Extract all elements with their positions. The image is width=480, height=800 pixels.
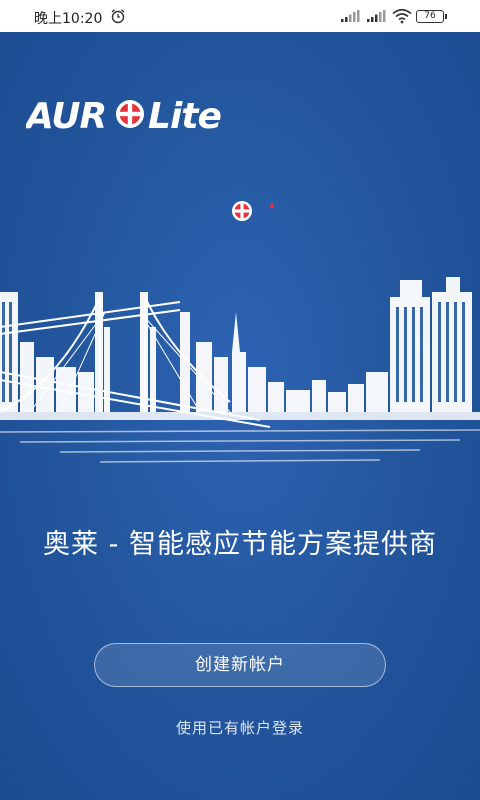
cellular-signal-icon-2	[367, 10, 386, 22]
welcome-screen: AUR Lite 奥莱 - 智能感应节能方案提供商 创建新帐户 使用已有帐户登录	[0, 32, 480, 800]
battery-level: 76	[424, 11, 436, 21]
aurolite-logo: AUR Lite	[26, 96, 222, 137]
login-existing-link[interactable]: 使用已有帐户登录	[0, 717, 480, 738]
alarm-clock-icon	[111, 9, 125, 24]
logo-mark-decoration	[232, 201, 274, 221]
logo-text-right: Lite	[148, 96, 221, 137]
tagline: 奥莱 - 智能感应节能方案提供商	[43, 529, 437, 560]
status-bar: 晚上10:20 76	[0, 0, 480, 32]
wifi-icon	[392, 8, 412, 24]
create-account-button[interactable]: 创建新帐户	[94, 643, 386, 687]
cellular-signal-icon	[341, 10, 360, 22]
status-time: 晚上10:20	[34, 11, 103, 27]
battery-icon: 76	[416, 10, 447, 23]
city-skyline-illustration	[0, 277, 480, 463]
logo-text-left: AUR	[26, 96, 106, 137]
logo-circle-mark	[116, 100, 144, 128]
